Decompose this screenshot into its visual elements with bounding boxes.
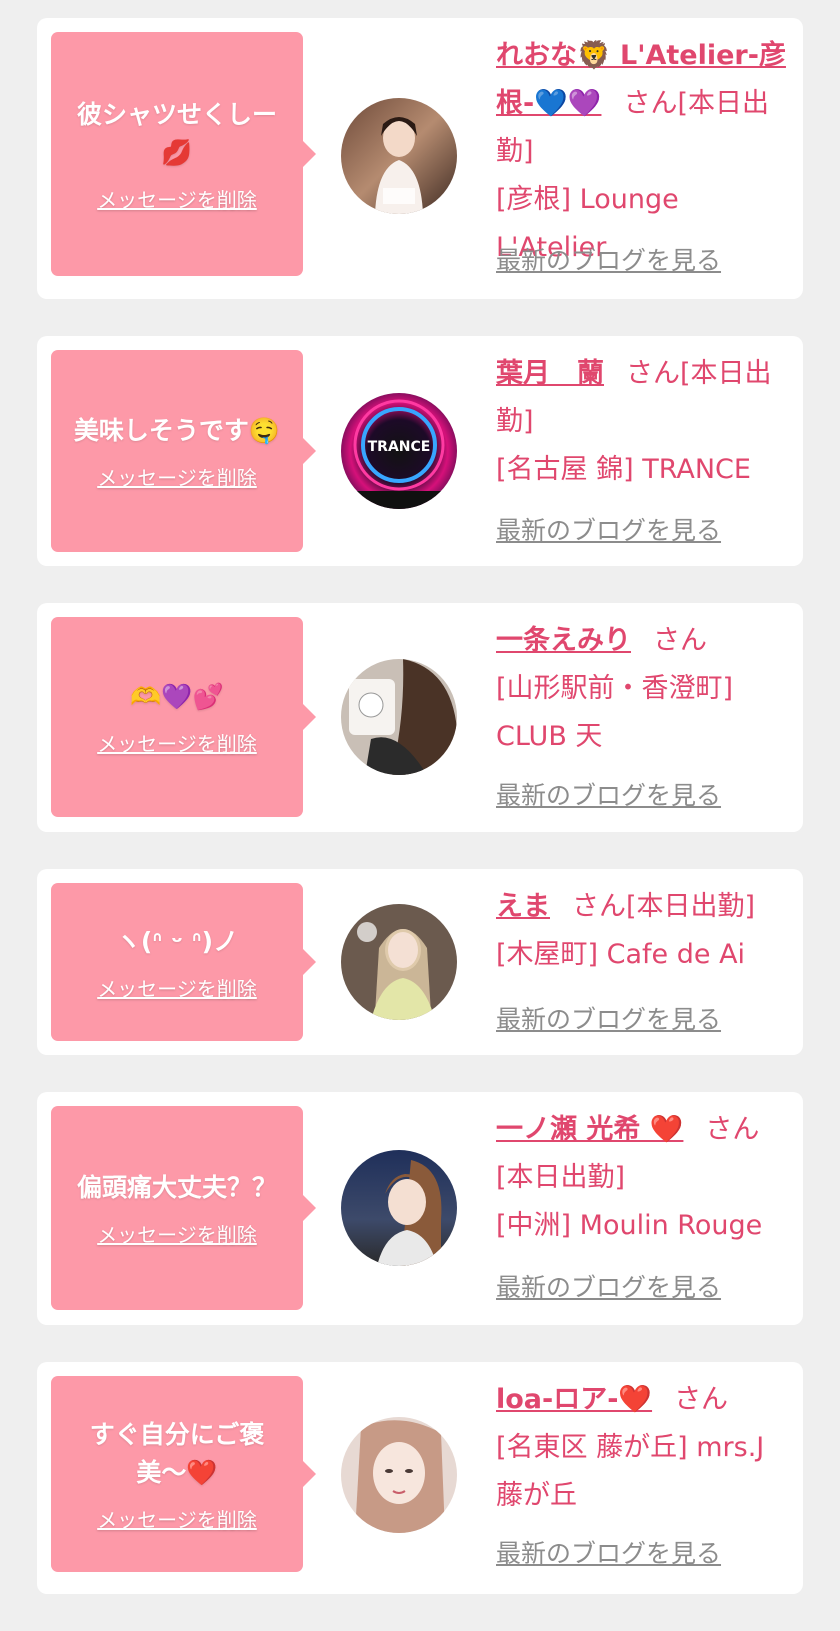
latest-blog-link[interactable]: 最新のブログを見る (496, 1268, 721, 1304)
delete-message-link[interactable]: メッセージを削除 (97, 973, 257, 1002)
cast-info: 葉月 蘭さん[本日出勤] [名古屋 錦] TRANCE (496, 350, 796, 494)
shop-label: [名古屋 錦] TRANCE (496, 454, 751, 485)
latest-blog-link[interactable]: 最新のブログを見る (496, 511, 721, 547)
avatar[interactable] (341, 1417, 457, 1533)
san-status-label: さん (674, 1384, 729, 1415)
latest-blog-link[interactable]: 最新のブログを見る (496, 241, 721, 277)
delete-message-link[interactable]: メッセージを削除 (97, 728, 257, 757)
message-bubble: 美味しそうです🤤 メッセージを削除 (51, 350, 316, 552)
avatar[interactable] (341, 904, 457, 1020)
cast-info: れおな🦁 L'Atelier-彦根-💙💜 さん[本日出勤] [彦根] Lounge… (496, 32, 796, 272)
shop-label: [中洲] Moulin Rouge (496, 1210, 763, 1241)
avatar[interactable] (341, 98, 457, 214)
delete-message-link[interactable]: メッセージを削除 (97, 1504, 257, 1533)
message-text: 偏頭痛大丈夫？？ (76, 1172, 277, 1202)
message-text: 彼シャツせくしー💋 (76, 99, 277, 167)
avatar-photo-icon (341, 659, 457, 775)
avatar[interactable] (341, 659, 457, 775)
message-card: 彼シャツせくしー💋 メッセージを削除 れおな🦁 L'Atelier-彦根-💙💜 … (37, 18, 803, 299)
message-text: 🫶💜💕 (130, 681, 224, 711)
shop-label: [木屋町] Cafe de Ai (496, 939, 746, 970)
san-status-label: さん (653, 625, 707, 656)
avatar-photo-icon: TRANCE (341, 393, 457, 509)
message-card: 偏頭痛大丈夫？？ メッセージを削除 一ノ瀬 光希 ❤️ さん[本日出勤] [中洲… (37, 1092, 803, 1325)
message-bubble: 彼シャツせくしー💋 メッセージを削除 (51, 32, 316, 276)
shop-label: [山形駅前・香澄町] CLUB 天 (496, 673, 734, 752)
cast-info: loa-ロア-❤️ さん [名東区 藤が丘] mrs.J 藤が丘 (496, 1376, 796, 1520)
message-text: ヽ(ᐢ ᵕ ᐢ)ノ (115, 926, 239, 956)
latest-blog-link[interactable]: 最新のブログを見る (496, 1000, 721, 1036)
avatar[interactable]: TRANCE (341, 393, 457, 509)
cast-info: 一条えみり さん [山形駅前・香澄町] CLUB 天 (496, 617, 796, 761)
message-bubble: 偏頭痛大丈夫？？ メッセージを削除 (51, 1106, 316, 1310)
latest-blog-link[interactable]: 最新のブログを見る (496, 776, 721, 812)
san-status-label: さん[本日出勤] (572, 891, 756, 922)
message-card: すぐ自分にご褒美〜❤️ メッセージを削除 loa-ロア-❤️ さん [名東区 藤が… (37, 1362, 803, 1594)
message-bubble: すぐ自分にご褒美〜❤️ メッセージを削除 (51, 1376, 316, 1572)
cast-info: 一ノ瀬 光希 ❤️ さん[本日出勤] [中洲] Moulin Rouge (496, 1106, 796, 1250)
message-card: ヽ(ᐢ ᵕ ᐢ)ノ メッセージを削除 えま さん[本日出勤] [木屋町] Cafe… (37, 869, 803, 1055)
delete-message-link[interactable]: メッセージを削除 (97, 462, 257, 491)
message-card: 🫶💜💕 メッセージを削除 一条えみり さん [山形駅前・香澄町] CLUB 天 最… (37, 603, 803, 832)
message-card: 美味しそうです🤤 メッセージを削除 TRANCE 葉月 蘭 さん[本日出勤] [… (37, 336, 803, 566)
avatar-photo-icon (341, 904, 457, 1020)
delete-message-link[interactable]: メッセージを削除 (97, 184, 257, 213)
message-text: すぐ自分にご褒美〜❤️ (89, 1419, 265, 1487)
delete-message-link[interactable]: メッセージを削除 (97, 1219, 257, 1248)
message-bubble: ヽ(ᐢ ᵕ ᐢ)ノ メッセージを削除 (51, 883, 316, 1041)
avatar-photo-icon (341, 1417, 457, 1533)
message-text: 美味しそうです🤤 (73, 415, 281, 445)
avatar[interactable] (341, 1150, 457, 1266)
cast-name-link[interactable]: loa-ロア-❤️ (496, 1384, 652, 1415)
cast-name-link[interactable]: えま (496, 891, 550, 922)
latest-blog-link[interactable]: 最新のブログを見る (496, 1534, 721, 1570)
svg-text:TRANCE: TRANCE (368, 439, 431, 455)
message-bubble: 🫶💜💕 メッセージを削除 (51, 617, 316, 817)
cast-name-link[interactable]: 一ノ瀬 光希 ❤️ (496, 1114, 683, 1145)
avatar-photo-icon (341, 1150, 457, 1266)
shop-label: [名東区 藤が丘] mrs.J 藤が丘 (496, 1432, 765, 1511)
message-list: 彼シャツせくしー💋 メッセージを削除 れおな🦁 L'Atelier-彦根-💙💜 … (37, 18, 803, 1631)
avatar-photo-icon (341, 98, 457, 214)
cast-info: えま さん[本日出勤] [木屋町] Cafe de Ai (496, 883, 796, 979)
cast-name-link[interactable]: 一条えみり (496, 625, 631, 656)
cast-name-link[interactable]: 葉月 蘭 (496, 358, 604, 389)
